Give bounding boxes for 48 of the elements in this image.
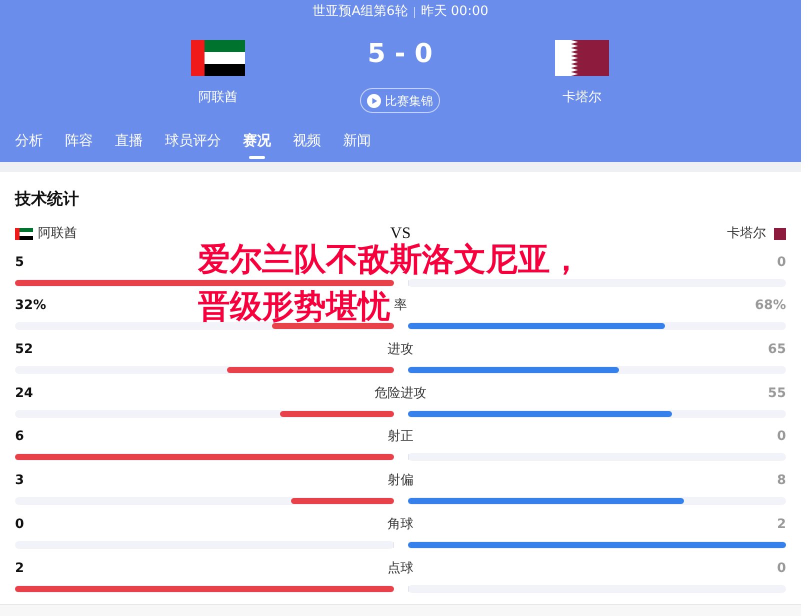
home-value: 32% — [15, 297, 46, 316]
away-value: 0 — [776, 428, 786, 446]
flag-icon — [555, 40, 609, 76]
tab-indicator — [249, 156, 265, 159]
home-value: 6 — [15, 428, 24, 446]
flag-icon — [15, 228, 33, 240]
stat-label: 率 — [394, 297, 407, 316]
tab[interactable]: 阵容 — [65, 128, 93, 162]
stat-label: 射正 — [388, 428, 414, 446]
home-value: 3 — [15, 472, 24, 490]
stat-label: 角球 — [388, 516, 414, 534]
section-title: 技术统计 — [15, 188, 80, 210]
match-time: 昨天 00:00 — [420, 3, 488, 22]
home-value: 5 — [15, 254, 24, 272]
away-value: 0 — [776, 560, 786, 578]
round-info: 世亚预A组第6轮 — [312, 3, 408, 22]
team-name: 阿联酋 — [198, 89, 238, 107]
match-score: 5 - 0 — [367, 40, 433, 68]
team-name: 卡塔尔 — [562, 89, 602, 107]
flag-icon — [774, 228, 786, 240]
away-value: 68% — [754, 297, 786, 316]
away-value: 2 — [776, 516, 786, 534]
tab[interactable]: 分析 — [15, 128, 43, 162]
stat-label: 进攻 — [388, 341, 414, 360]
home-value: 2 — [15, 560, 24, 578]
headline-line: 爱尔兰队不敌斯洛文尼亚， — [198, 243, 582, 275]
highlights-button[interactable]: 比赛集锦 — [360, 88, 440, 113]
play-icon — [367, 94, 381, 108]
team-name: 阿联酋 — [38, 225, 77, 243]
vs-label: VS — [390, 226, 411, 242]
home-value: 24 — [15, 384, 34, 403]
stat-label: 危险进攻 — [374, 384, 426, 403]
tab[interactable]: 视频 — [293, 128, 321, 162]
away-value: 0 — [776, 254, 786, 272]
away-value: 65 — [768, 341, 786, 360]
tab[interactable]: 赛况 — [243, 128, 271, 162]
flag-icon — [191, 40, 245, 76]
away-value: 8 — [776, 472, 786, 490]
team-name: 卡塔尔 — [727, 225, 766, 243]
stat-label: 点球 — [388, 560, 414, 578]
headline-line: 晋级形势堪忧 — [198, 290, 390, 322]
tab[interactable]: 球员评分 — [165, 128, 221, 162]
tab[interactable]: 新闻 — [343, 128, 371, 162]
stat-label: 射偏 — [388, 472, 414, 490]
home-value: 0 — [15, 516, 24, 534]
tab[interactable]: 直播 — [115, 128, 143, 162]
away-value: 55 — [768, 384, 786, 403]
home-value: 52 — [15, 341, 34, 360]
